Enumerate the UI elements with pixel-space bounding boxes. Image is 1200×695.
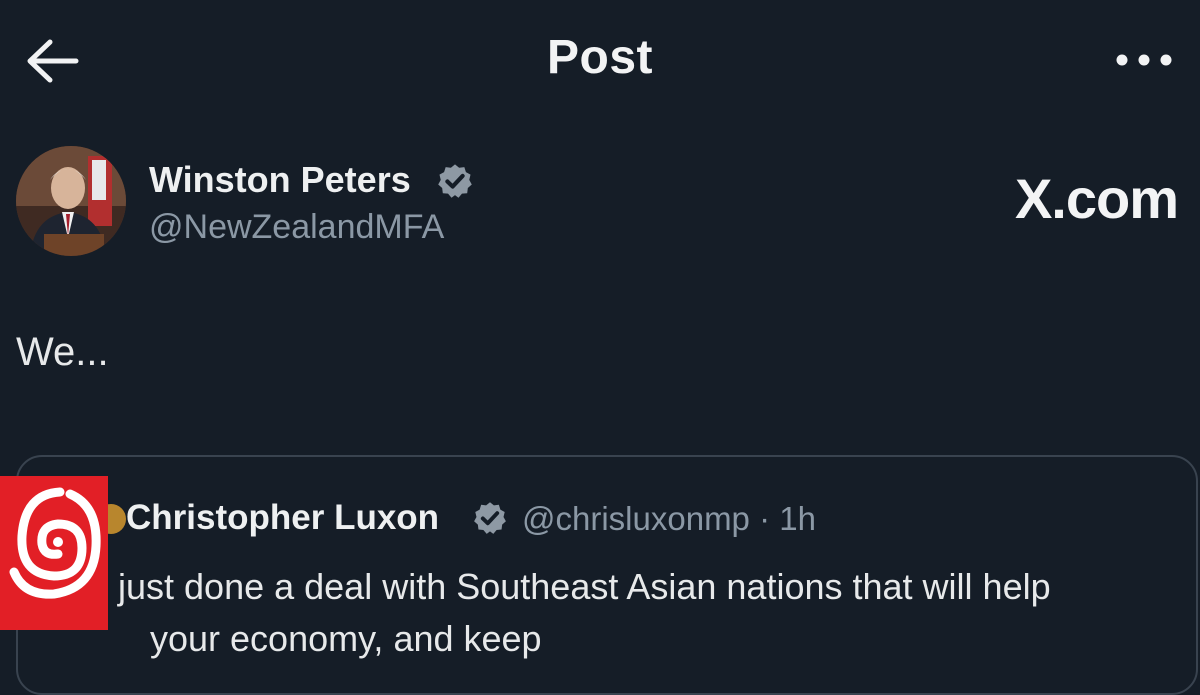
avatar-photo	[16, 146, 126, 256]
quoted-post-time: · 1h	[759, 500, 816, 537]
site-label: X.com	[1014, 167, 1179, 230]
more-options-button[interactable]	[1112, 48, 1176, 72]
author-name[interactable]: Winston Peters	[149, 159, 411, 201]
post-author: Winston Peters @NewZealandMFA	[16, 146, 916, 266]
verified-badge-icon	[474, 502, 506, 534]
koru-logo-icon	[9, 487, 101, 599]
quoted-author-name[interactable]: Christopher Luxon	[126, 498, 439, 538]
quoted-post-text-line2: your economy, and keep	[150, 618, 542, 659]
verified-badge-icon	[438, 164, 472, 198]
post-text: We...	[16, 330, 109, 374]
quoted-author-meta: @chrisluxonmp · 1h	[522, 500, 816, 538]
author-handle[interactable]: @NewZealandMFA	[149, 208, 444, 247]
page-title: Post	[546, 31, 653, 84]
quoted-author-handle[interactable]: @chrisluxonmp	[522, 500, 750, 537]
avatar[interactable]	[16, 146, 126, 256]
quoted-post-text: just done a deal with Southeast Asian na…	[118, 566, 1051, 607]
rnz-logo-badge	[0, 476, 108, 630]
post-header: Post	[0, 0, 1200, 120]
